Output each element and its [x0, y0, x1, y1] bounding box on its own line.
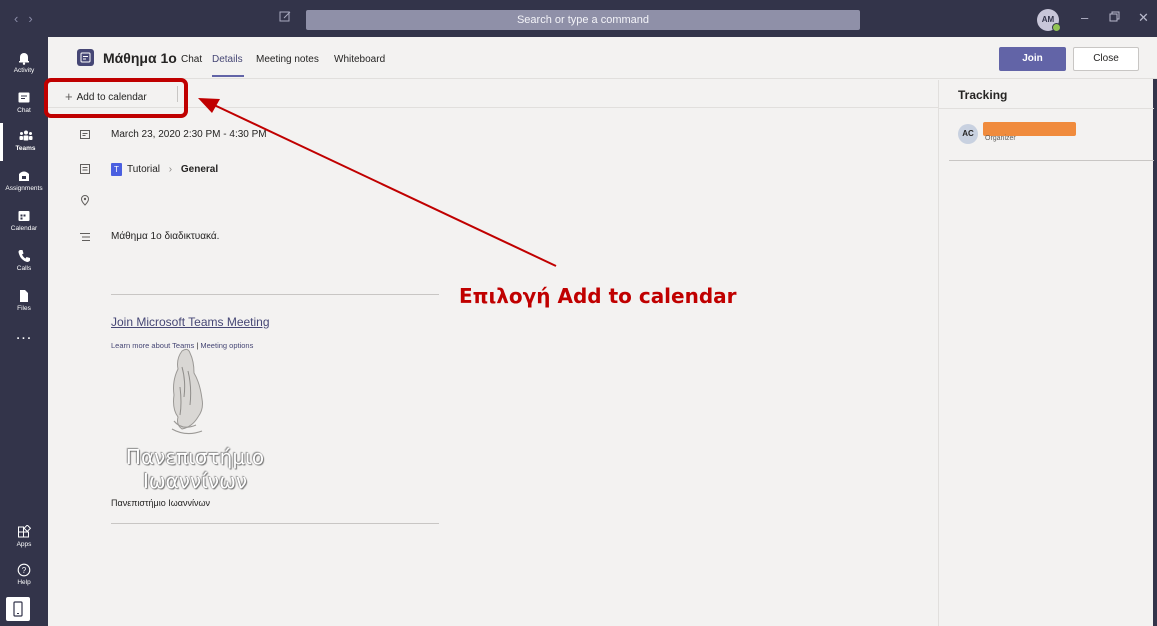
meeting-header: Μάθημα 1ο Chat Details Meeting notes Whi…: [48, 37, 1157, 79]
rail-item-help[interactable]: ? Help: [0, 557, 48, 595]
rail-label: Chat: [17, 107, 31, 114]
tracking-divider: [939, 108, 1154, 109]
redacted-organizer-name: [983, 122, 1076, 136]
chat-icon: [18, 92, 30, 103]
logo-text-line-2: Ιωαννίνων: [142, 469, 248, 493]
rail-label: Calendar: [10, 225, 38, 232]
meeting-datetime: March 23, 2020 2:30 PM - 4:30 PM: [111, 129, 267, 140]
close-button[interactable]: Close: [1073, 47, 1139, 71]
minimize-icon[interactable]: –: [1081, 10, 1088, 25]
tab-details[interactable]: Details: [212, 54, 243, 65]
svg-text:?: ?: [22, 566, 27, 575]
search-input[interactable]: Search or type a command: [306, 10, 860, 30]
teams-window: ‹› Search or type a command AM – ✕ Activ…: [0, 0, 1157, 626]
tab-meeting-notes[interactable]: Meeting notes: [256, 54, 319, 65]
rail-label: Activity: [13, 67, 35, 74]
university-logo-text: Πανεπιστήμιο Ιωαννίνων: [110, 445, 280, 493]
content-divider: [111, 294, 439, 295]
logo-text-line-1: Πανεπιστήμιο: [125, 445, 265, 469]
compose-icon[interactable]: [279, 10, 295, 26]
chevron-right-icon: ›: [168, 164, 173, 176]
organizer-role: Organizer: [985, 135, 1016, 142]
attendee-divider: [949, 160, 1154, 161]
assignments-icon: [19, 171, 29, 181]
content-divider: [111, 523, 439, 524]
meeting-title: Μάθημα 1ο: [103, 50, 177, 66]
rail-item-calls[interactable]: Calls: [0, 243, 48, 281]
join-button[interactable]: Join: [999, 47, 1066, 71]
presence-status-icon: [1052, 23, 1061, 32]
help-icon: ?: [17, 563, 31, 577]
tab-whiteboard[interactable]: Whiteboard: [334, 54, 385, 65]
restore-icon[interactable]: [1109, 10, 1120, 25]
rail-item-files[interactable]: Files: [0, 283, 48, 321]
rail-item-assignments[interactable]: Assignments: [0, 163, 48, 201]
highlight-box: [44, 78, 188, 118]
description-icon: [80, 232, 90, 242]
rail-label: Apps: [16, 541, 32, 548]
meeting-details-pane: Μάθημα 1ο Chat Details Meeting notes Whi…: [48, 37, 1157, 626]
app-rail: Activity Chat Teams Assignments Calendar…: [0, 37, 48, 626]
teams-icon: [19, 130, 32, 141]
calendar-small-icon: [80, 129, 90, 139]
rail-label: Teams: [15, 145, 36, 152]
meeting-channel: T Tutorial › General: [111, 163, 218, 176]
more-apps-icon[interactable]: ...: [0, 326, 48, 344]
bell-icon: [19, 53, 29, 65]
university-name: Πανεπιστήμιο Ιωαννίνων: [111, 498, 210, 508]
device-icon[interactable]: [6, 597, 30, 621]
apps-icon: [18, 525, 31, 538]
rail-label: Calls: [16, 265, 32, 272]
active-tab-indicator: [212, 75, 244, 77]
calendar-icon: [18, 211, 30, 221]
channel-icon: [80, 164, 90, 174]
team-avatar: T: [111, 163, 122, 176]
rail-item-chat[interactable]: Chat: [0, 85, 48, 123]
join-teams-meeting-link[interactable]: Join Microsoft Teams Meeting: [111, 315, 270, 329]
rail-item-calendar[interactable]: Calendar: [0, 203, 48, 241]
channel-name[interactable]: General: [181, 164, 218, 175]
title-bar: ‹› Search or type a command AM – ✕: [0, 0, 1157, 37]
organizer-avatar[interactable]: AC: [958, 124, 978, 144]
rail-label: Files: [17, 305, 31, 312]
tracking-heading: Tracking: [958, 88, 1008, 102]
rail-item-apps[interactable]: Apps: [0, 519, 48, 557]
back-forward-icon[interactable]: ‹›: [14, 11, 43, 26]
location-icon: [80, 195, 90, 206]
meeting-description: Μάθημα 1ο διαδικτυακά.: [111, 231, 220, 242]
close-window-icon[interactable]: ✕: [1138, 10, 1149, 26]
annotation-label: Επιλογή Add to calendar: [459, 284, 737, 308]
rail-label: Help: [17, 579, 31, 586]
meeting-calendar-icon: [77, 49, 94, 66]
phone-icon: [18, 250, 30, 262]
rail-label: Assignments: [5, 185, 43, 192]
team-name[interactable]: Tutorial: [127, 164, 160, 175]
rail-item-teams[interactable]: Teams: [0, 123, 48, 161]
tracking-panel: Tracking AC Organizer: [938, 80, 1154, 626]
tab-chat[interactable]: Chat: [181, 54, 202, 65]
university-eagle-logo: [171, 348, 203, 435]
file-icon: [20, 290, 28, 302]
rail-item-activity[interactable]: Activity: [0, 45, 48, 83]
